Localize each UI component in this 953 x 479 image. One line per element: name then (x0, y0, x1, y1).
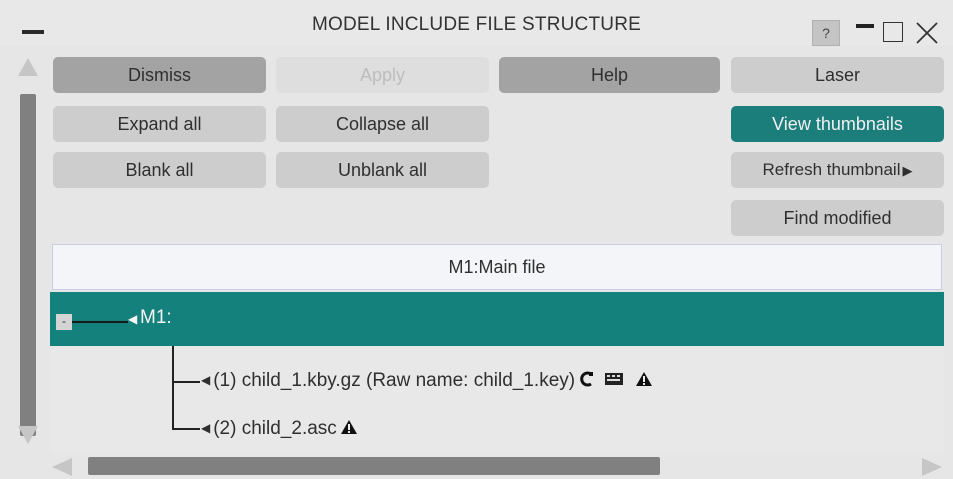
title-bar: MODEL INCLUDE FILE STRUCTURE ? (0, 0, 953, 46)
tree-child-label: (1) child_1.kby.gz (Raw name: child_1.ke… (213, 370, 576, 391)
horizontal-scrollbar[interactable] (50, 453, 944, 479)
dismiss-button[interactable]: Dismiss (53, 57, 266, 93)
tree-connector (172, 346, 174, 428)
tree-connector (72, 321, 128, 323)
tree-connector (172, 428, 200, 430)
tree-connector (172, 381, 200, 383)
child-arrow-icon: ◀ (201, 421, 211, 435)
scroll-down-icon[interactable] (17, 424, 39, 446)
help-icon[interactable]: ? (812, 20, 840, 46)
c-icon (580, 371, 594, 387)
tree-child-item[interactable]: ◀ (1) child_1.kby.gz (Raw name: child_1.k… (201, 370, 653, 392)
expand-all-button[interactable]: Expand all (53, 106, 266, 142)
root-arrow-icon: ◀ (128, 312, 138, 326)
scroll-left-icon[interactable] (50, 457, 74, 477)
keyboard-icon (604, 373, 623, 385)
maximize-icon[interactable] (883, 22, 903, 42)
scroll-right-icon[interactable] (920, 457, 944, 477)
collapse-toggle[interactable]: - (56, 314, 72, 330)
warning-icon (635, 372, 652, 386)
submenu-arrow-icon: ▶ (902, 163, 913, 178)
warning-icon (341, 420, 358, 434)
tree-root-label[interactable]: M1: (140, 307, 172, 329)
tree-child-label: (2) child_2.asc (213, 418, 337, 439)
unblank-all-button[interactable]: Unblank all (276, 152, 489, 188)
vertical-scrollbar[interactable] (13, 50, 43, 446)
close-icon[interactable] (912, 18, 942, 48)
scroll-up-icon[interactable] (17, 56, 39, 78)
laser-button[interactable]: Laser (731, 57, 944, 93)
apply-button[interactable]: Apply (276, 57, 489, 93)
tree-header: M1:Main file (52, 244, 942, 290)
tree-child-item[interactable]: ◀ (2) child_2.asc (201, 418, 358, 440)
collapse-all-button[interactable]: Collapse all (276, 106, 489, 142)
minimize-icon[interactable] (856, 24, 874, 28)
find-modified-button[interactable]: Find modified (731, 200, 944, 236)
blank-all-button[interactable]: Blank all (53, 152, 266, 188)
view-thumbnails-button[interactable]: View thumbnails (731, 106, 944, 142)
vertical-scroll-thumb[interactable] (20, 94, 36, 436)
horizontal-scroll-thumb[interactable] (88, 457, 660, 475)
refresh-thumbnail-button[interactable]: Refresh thumbnail ▶ (731, 152, 944, 188)
refresh-thumbnail-label: Refresh thumbnail (762, 160, 901, 179)
tree-row-selected[interactable] (50, 292, 944, 346)
child-arrow-icon: ◀ (201, 373, 211, 387)
help-button[interactable]: Help (499, 57, 720, 93)
window-title: MODEL INCLUDE FILE STRUCTURE (312, 14, 641, 35)
